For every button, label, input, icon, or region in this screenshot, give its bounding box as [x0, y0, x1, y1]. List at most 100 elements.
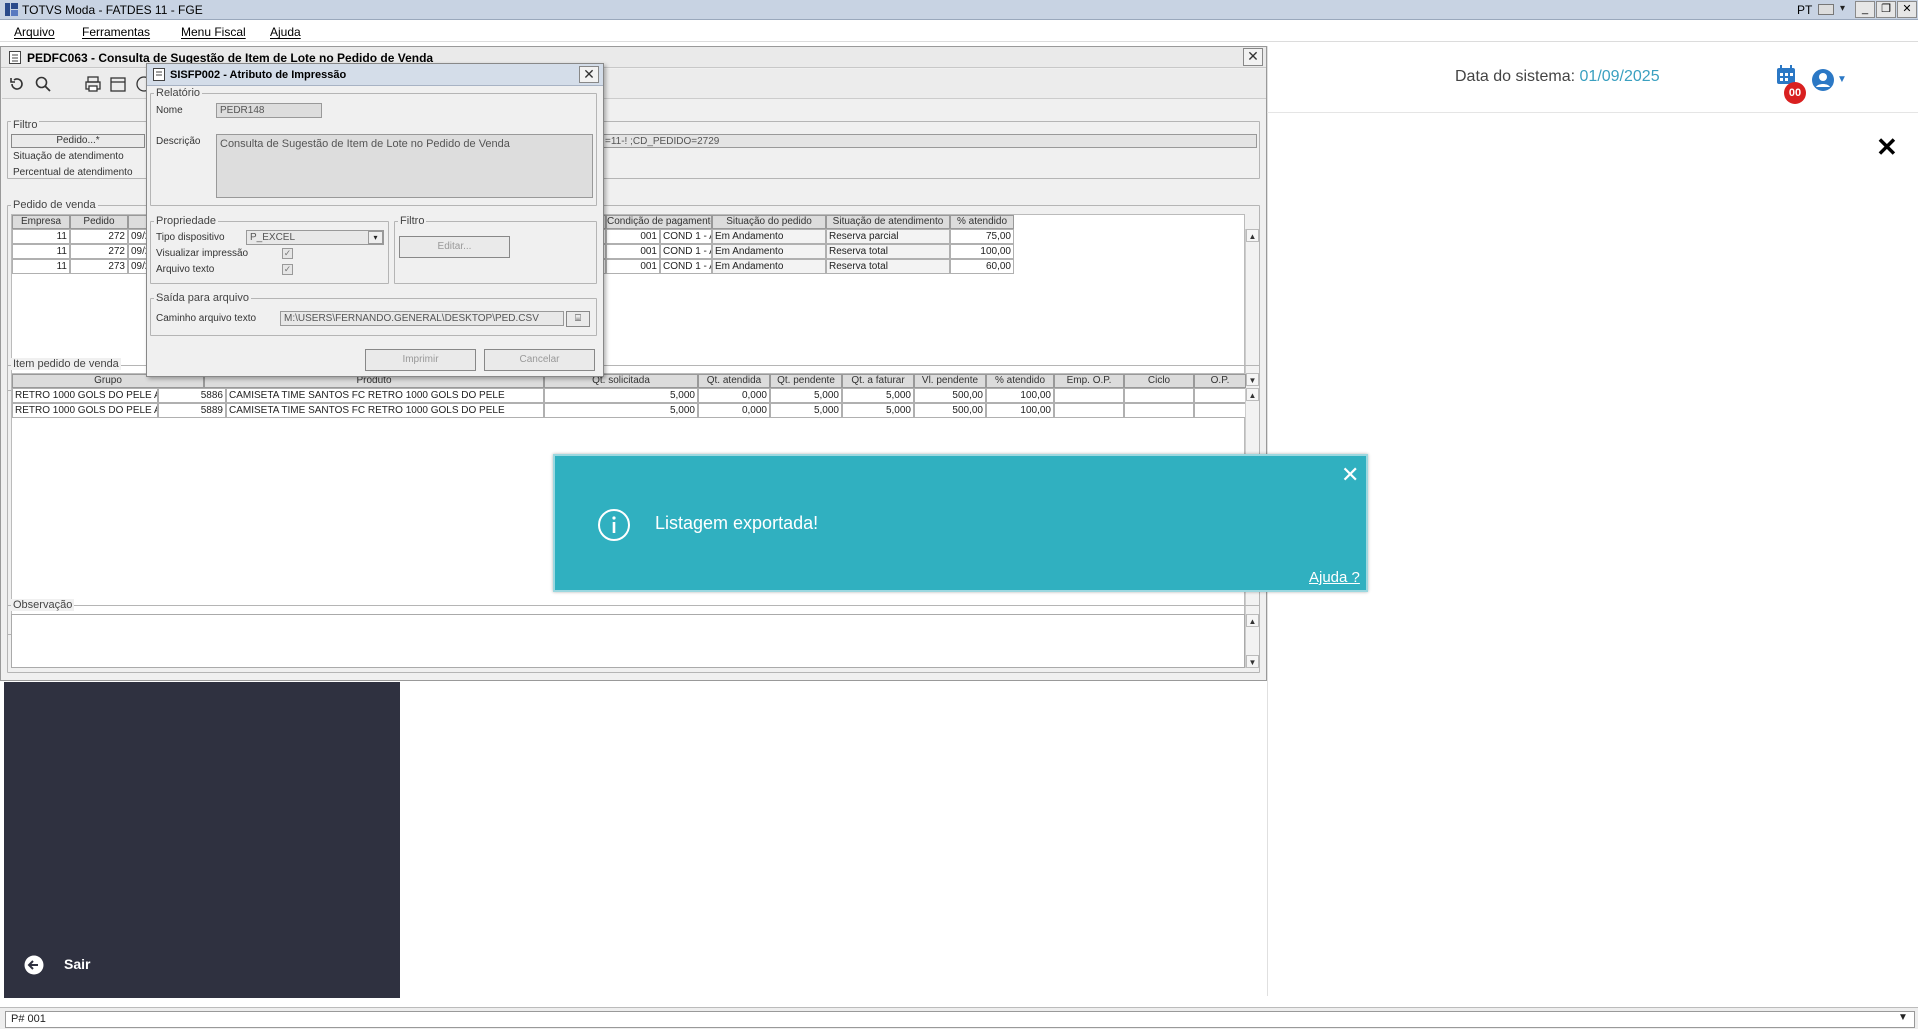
ip-cell-pend[interactable]: 5,000: [770, 403, 842, 418]
scroll-up-arrow[interactable]: ▲: [1246, 614, 1259, 627]
ip-cell-solic[interactable]: 5,000: [544, 388, 698, 403]
pv-column-header[interactable]: Situação de atendimento: [826, 215, 950, 229]
editar-button[interactable]: Editar...: [399, 236, 510, 258]
calendar-small-icon[interactable]: [109, 75, 127, 93]
ip-cell-grupo[interactable]: RETRO 1000 GOLS DO PELE AUTOGRAFADA: [12, 403, 158, 418]
dialog-close-button[interactable]: ✕: [579, 66, 599, 83]
pv-cell-pct[interactable]: 100,00: [950, 244, 1014, 259]
cancelar-button[interactable]: Cancelar: [484, 349, 595, 371]
status-input[interactable]: P# 001: [5, 1011, 1915, 1028]
pv-cell-empresa[interactable]: 11: [12, 259, 70, 274]
scroll-up-arrow[interactable]: ▲: [1246, 388, 1259, 401]
scroll-up-arrow[interactable]: ▲: [1246, 229, 1259, 242]
arquivo-texto-checkbox[interactable]: ✓: [282, 264, 293, 275]
pv-cell-atend[interactable]: Reserva total: [826, 244, 950, 259]
folder-browse-icon[interactable]: ⌸: [566, 311, 590, 327]
ip-cell-atend[interactable]: 0,000: [698, 403, 770, 418]
pv-cell-empresa[interactable]: 11: [12, 244, 70, 259]
chevron-down-icon[interactable]: ▼: [1898, 1012, 1908, 1023]
scroll-down-arrow[interactable]: ▼: [1246, 655, 1259, 668]
pv-cell-situacao[interactable]: Em Andamento: [712, 229, 826, 244]
nome-field[interactable]: PEDR148: [216, 103, 322, 118]
ip-cell-pct[interactable]: 100,00: [986, 403, 1054, 418]
pv-cell-empresa[interactable]: 11: [12, 229, 70, 244]
caminho-arquivo-field[interactable]: M:\USERS\FERNANDO.GENERAL\DESKTOP\PED.CS…: [280, 311, 564, 326]
pv-column-header[interactable]: Condição de pagamento: [606, 215, 712, 229]
descricao-field[interactable]: Consulta de Sugestão de Item de Lote no …: [216, 134, 593, 198]
visualizar-impressao-checkbox[interactable]: ✓: [282, 248, 293, 259]
ip-cell-solic[interactable]: 5,000: [544, 403, 698, 418]
imprimir-button[interactable]: Imprimir: [365, 349, 476, 371]
ip-column-header[interactable]: Qt. a faturar: [842, 374, 914, 388]
minimize-button[interactable]: _: [1855, 1, 1875, 18]
pv-cell-pct[interactable]: 60,00: [950, 259, 1014, 274]
ip-cell-empty[interactable]: [1194, 388, 1246, 403]
ip-column-header[interactable]: O.P.: [1194, 374, 1246, 388]
pv-cell-situacao[interactable]: Em Andamento: [712, 244, 826, 259]
ip-column-header[interactable]: Vl. pendente: [914, 374, 986, 388]
ip-cell-empty[interactable]: [1054, 388, 1124, 403]
ip-column-header[interactable]: Qt. atendida: [698, 374, 770, 388]
toast-close-icon[interactable]: ✕: [1341, 462, 1359, 488]
ip-column-header[interactable]: Emp. O.P.: [1054, 374, 1124, 388]
ip-cell-fat[interactable]: 5,000: [842, 388, 914, 403]
sair-button[interactable]: Sair: [64, 956, 90, 972]
print-icon[interactable]: [84, 75, 102, 93]
ip-column-header[interactable]: % atendido: [986, 374, 1054, 388]
pv-cell-situacao[interactable]: Em Andamento: [712, 259, 826, 274]
pv-cell-pct[interactable]: 75,00: [950, 229, 1014, 244]
pv-cell-pedido[interactable]: 273: [70, 259, 128, 274]
menu-ferramentas[interactable]: Ferramentas: [82, 25, 150, 39]
observacao-scrollbar[interactable]: ▲ ▼: [1245, 614, 1259, 668]
search-icon[interactable]: [34, 75, 52, 93]
tipo-dispositivo-select[interactable]: P_EXCEL: [246, 230, 384, 245]
ip-column-header[interactable]: Ciclo: [1124, 374, 1194, 388]
window-close-button[interactable]: ✕: [1897, 1, 1917, 18]
refresh-icon[interactable]: [8, 75, 26, 93]
pv-cell-cond[interactable]: COND 1 - A VISTA: [660, 229, 712, 244]
ip-cell-grupo[interactable]: RETRO 1000 GOLS DO PELE AUTOGRAFADA: [12, 388, 158, 403]
ip-cell-produto[interactable]: CAMISETA TIME SANTOS FC RETRO 1000 GOLS …: [226, 403, 544, 418]
ip-cell-pct[interactable]: 100,00: [986, 388, 1054, 403]
ip-column-header[interactable]: Qt. pendente: [770, 374, 842, 388]
pv-cell-cond-code[interactable]: 001: [606, 229, 660, 244]
menu-fiscal[interactable]: Menu Fiscal: [181, 25, 246, 39]
pedido-button[interactable]: Pedido...*: [11, 134, 145, 148]
pv-column-header[interactable]: Situação do pedido: [712, 215, 826, 229]
pv-cell-cond[interactable]: COND 1 - A VISTA: [660, 244, 712, 259]
filter-query-field[interactable]: =11-! ;CD_PEDIDO=2729: [601, 134, 1257, 148]
ip-cell-cod[interactable]: 5886: [158, 388, 226, 403]
pv-cell-cond[interactable]: COND 1 - A VISTA: [660, 259, 712, 274]
pv-cell-cond-code[interactable]: 001: [606, 259, 660, 274]
menu-arquivo[interactable]: Arquivo: [14, 25, 55, 39]
ip-cell-empty[interactable]: [1194, 403, 1246, 418]
observacao-textarea[interactable]: [11, 614, 1245, 668]
pv-column-header[interactable]: % atendido: [950, 215, 1014, 229]
chevron-down-icon[interactable]: ▾: [368, 231, 383, 244]
ip-cell-fat[interactable]: 5,000: [842, 403, 914, 418]
pv-cell-pedido[interactable]: 272: [70, 229, 128, 244]
toast-help-link[interactable]: Ajuda ?: [1309, 569, 1360, 586]
pv-cell-pedido[interactable]: 272: [70, 244, 128, 259]
pv-cell-cond-code[interactable]: 001: [606, 244, 660, 259]
user-menu-caret-icon[interactable]: ▼: [1837, 74, 1847, 85]
pv-cell-atend[interactable]: Reserva total: [826, 259, 950, 274]
ip-cell-vl[interactable]: 500,00: [914, 403, 986, 418]
ip-cell-cod[interactable]: 5889: [158, 403, 226, 418]
pv-column-header[interactable]: Pedido: [70, 215, 128, 229]
pv-cell-atend[interactable]: Reserva parcial: [826, 229, 950, 244]
ip-cell-empty[interactable]: [1054, 403, 1124, 418]
restore-button[interactable]: ❐: [1876, 1, 1896, 18]
language-indicator[interactable]: PT: [1797, 3, 1812, 17]
ip-cell-empty[interactable]: [1124, 403, 1194, 418]
user-avatar-icon[interactable]: [1811, 68, 1835, 92]
ip-cell-empty[interactable]: [1124, 388, 1194, 403]
back-arrow-icon[interactable]: [24, 955, 44, 975]
pv-column-header[interactable]: Empresa: [12, 215, 70, 229]
menu-ajuda[interactable]: Ajuda: [270, 25, 301, 39]
keyboard-icon[interactable]: [1818, 4, 1834, 15]
ip-cell-pend[interactable]: 5,000: [770, 388, 842, 403]
ip-cell-produto[interactable]: CAMISETA TIME SANTOS FC RETRO 1000 GOLS …: [226, 388, 544, 403]
main-window-close-button[interactable]: ✕: [1243, 48, 1263, 66]
panel-close-icon[interactable]: ✕: [1876, 132, 1898, 163]
